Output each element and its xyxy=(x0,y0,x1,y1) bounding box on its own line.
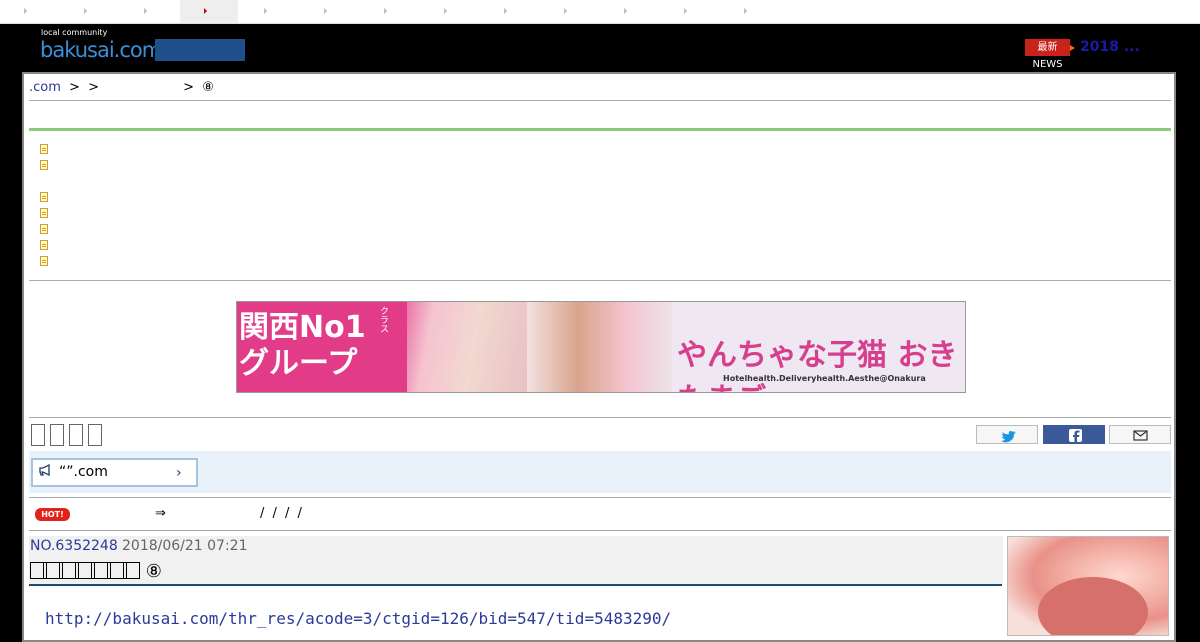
post-title-glyphs xyxy=(30,562,140,579)
chevron-right-icon xyxy=(504,8,507,14)
filter-toggle[interactable] xyxy=(31,424,45,446)
chevron-right-icon xyxy=(624,8,627,14)
chevron-right-icon xyxy=(444,8,447,14)
top-tab-bar xyxy=(0,0,1200,24)
post-title: ⑧ xyxy=(30,561,162,582)
divider xyxy=(29,280,1171,281)
top-tab[interactable] xyxy=(240,0,298,23)
chevron-right-icon xyxy=(324,8,327,14)
banner-ad[interactable]: 関西No1 グループ クラス やんちゃな子猫 おきたまご Hotelhealth… xyxy=(236,301,966,393)
chevron-right-icon xyxy=(384,8,387,14)
mail-share-button[interactable] xyxy=(1109,425,1171,444)
post-title-suffix: ⑧ xyxy=(145,561,162,582)
document-icon[interactable] xyxy=(40,256,48,266)
news-arrow-icon xyxy=(1070,45,1075,51)
chevron-right-icon xyxy=(144,8,147,14)
top-tab[interactable] xyxy=(420,0,478,23)
filter-toggle[interactable] xyxy=(69,424,83,446)
twitter-icon xyxy=(1001,431,1016,443)
side-image-detail xyxy=(1038,577,1148,635)
breadcrumb-home-link[interactable]: .com xyxy=(29,80,61,95)
document-icon[interactable] xyxy=(40,208,48,218)
top-tab[interactable] xyxy=(120,0,178,23)
top-tab-active[interactable] xyxy=(180,0,238,23)
breadcrumb-current: ⑧ xyxy=(202,80,214,95)
top-tab[interactable] xyxy=(60,0,118,23)
divider xyxy=(29,530,1171,531)
banner-photo xyxy=(387,302,527,392)
logo-tagline: local community xyxy=(41,28,108,37)
notice-button[interactable] xyxy=(31,458,198,487)
chevron-right-icon xyxy=(684,8,687,14)
chevron-right-icon xyxy=(204,8,207,14)
chevron-right-icon xyxy=(264,8,267,14)
post-url-link[interactable]: http://bakusai.com/thr_res/acode=3/ctgid… xyxy=(45,609,671,628)
top-tab[interactable] xyxy=(660,0,718,23)
hot-badge: HOT! xyxy=(35,508,70,521)
post-number[interactable]: NO.6352248 xyxy=(30,538,118,554)
notice-bar xyxy=(29,451,1171,493)
filter-toggle[interactable] xyxy=(50,424,64,446)
chevron-right-icon xyxy=(24,8,27,14)
chevron-right-icon xyxy=(564,8,567,14)
facebook-icon xyxy=(1069,429,1082,442)
document-icon[interactable] xyxy=(40,240,48,250)
breadcrumb-separator: > xyxy=(183,80,195,95)
twitter-share-button[interactable] xyxy=(976,425,1038,444)
top-tab[interactable] xyxy=(540,0,598,23)
top-tab[interactable] xyxy=(600,0,658,23)
divider xyxy=(29,417,1171,418)
section-rule xyxy=(29,128,1171,131)
top-tab[interactable] xyxy=(360,0,418,23)
facebook-share-button[interactable] xyxy=(1043,425,1105,444)
banner-shop-subtitle: Hotelhealth.Deliveryhealth.Aesthe@Onakur… xyxy=(723,374,926,383)
mail-icon xyxy=(1133,430,1148,441)
breadcrumb-separator: > xyxy=(69,80,80,95)
notice-text: “”.com xyxy=(59,464,108,480)
divider xyxy=(29,497,1171,498)
hot-arrow: ⇒ xyxy=(155,506,166,521)
site-logo[interactable]: bakusai.com xyxy=(40,38,162,62)
news-headline-link[interactable]: 2018 ... xyxy=(1080,39,1140,55)
area-select-box[interactable] xyxy=(155,39,245,61)
divider xyxy=(29,100,1171,101)
document-icon[interactable] xyxy=(40,160,48,170)
document-icon[interactable] xyxy=(40,224,48,234)
hot-links[interactable]: / / / / xyxy=(260,506,302,521)
top-tab[interactable] xyxy=(300,0,358,23)
banner-shop-name: やんちゃな子猫 おきたまご xyxy=(677,338,958,392)
megaphone-icon xyxy=(39,463,53,479)
banner-photo xyxy=(527,302,672,392)
chevron-right-icon xyxy=(84,8,87,14)
filter-toggle[interactable] xyxy=(88,424,102,446)
breadcrumb: .com > > > ⑧ xyxy=(29,80,218,95)
news-badge: 最新NEWS xyxy=(1025,39,1070,70)
post-date: 2018/06/21 07:21 xyxy=(122,538,248,554)
top-tab[interactable] xyxy=(480,0,538,23)
breadcrumb-separator: > xyxy=(88,80,99,95)
document-icon[interactable] xyxy=(40,192,48,202)
document-icon[interactable] xyxy=(40,144,48,154)
side-thumbnail-image[interactable] xyxy=(1007,536,1169,636)
chevron-right-icon: › xyxy=(176,465,182,481)
top-tab[interactable] xyxy=(720,0,778,23)
banner-headline: 関西No1 グループ xyxy=(239,310,366,381)
banner-tag: クラス xyxy=(378,306,388,333)
chevron-right-icon xyxy=(744,8,747,14)
top-tab[interactable] xyxy=(0,0,58,23)
